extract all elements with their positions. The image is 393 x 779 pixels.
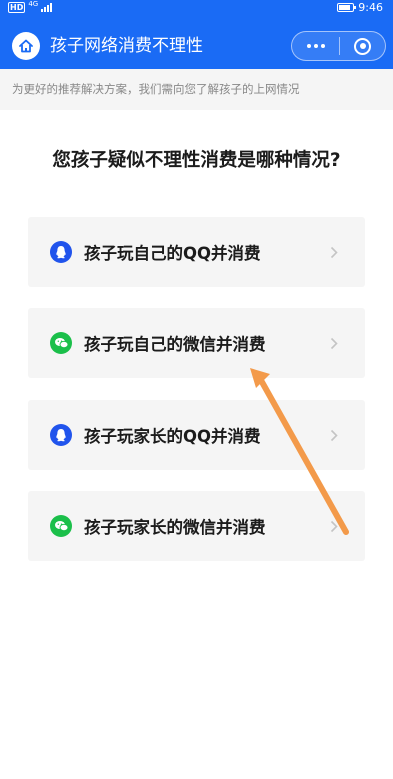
qq-icon bbox=[50, 241, 72, 263]
qq-icon bbox=[50, 424, 72, 446]
clock: 9:46 bbox=[358, 0, 383, 14]
option-own-qq[interactable]: 孩子玩自己的QQ并消费 bbox=[28, 217, 365, 287]
status-bar: HD 4G 9:46 bbox=[0, 0, 393, 14]
mini-program-capsule bbox=[291, 31, 386, 61]
wechat-icon bbox=[50, 332, 72, 354]
chevron-right-icon bbox=[327, 519, 341, 533]
option-label: 孩子玩自己的QQ并消费 bbox=[84, 244, 261, 263]
option-label: 孩子玩自己的微信并消费 bbox=[84, 335, 266, 354]
home-button[interactable] bbox=[12, 32, 40, 60]
option-parent-qq[interactable]: 孩子玩家长的QQ并消费 bbox=[28, 400, 365, 470]
battery-icon bbox=[337, 2, 357, 12]
home-icon bbox=[19, 39, 33, 53]
page-title: 孩子网络消费不理性 bbox=[50, 36, 203, 56]
target-close-icon bbox=[354, 37, 371, 55]
close-button[interactable] bbox=[340, 32, 385, 60]
chevron-right-icon bbox=[327, 428, 341, 442]
status-left: HD 4G bbox=[8, 0, 53, 14]
option-parent-wechat[interactable]: 孩子玩家长的微信并消费 bbox=[28, 491, 365, 561]
option-label: 孩子玩家长的QQ并消费 bbox=[84, 427, 261, 446]
hint-banner: 为更好的推荐解决方案，我们需向您了解孩子的上网情况 bbox=[0, 69, 393, 110]
chevron-right-icon bbox=[327, 336, 341, 350]
battery-level bbox=[339, 4, 351, 10]
option-own-wechat[interactable]: 孩子玩自己的微信并消费 bbox=[28, 308, 365, 378]
more-dots-icon bbox=[306, 44, 325, 48]
more-button[interactable] bbox=[292, 32, 339, 60]
status-right: 9:46 bbox=[337, 0, 383, 14]
wechat-icon bbox=[50, 515, 72, 537]
chevron-right-icon bbox=[327, 245, 341, 259]
hd-badge: HD bbox=[8, 1, 26, 13]
signal-icon bbox=[41, 2, 53, 12]
top-navigation-bar: HD 4G 9:46 孩子网络消费不理性 bbox=[0, 0, 393, 69]
network-type: 4G bbox=[28, 0, 39, 8]
option-label: 孩子玩家长的微信并消费 bbox=[84, 518, 266, 537]
annotation-arrow bbox=[250, 368, 349, 535]
question-heading: 您孩子疑似不理性消费是哪种情况? bbox=[52, 150, 341, 171]
